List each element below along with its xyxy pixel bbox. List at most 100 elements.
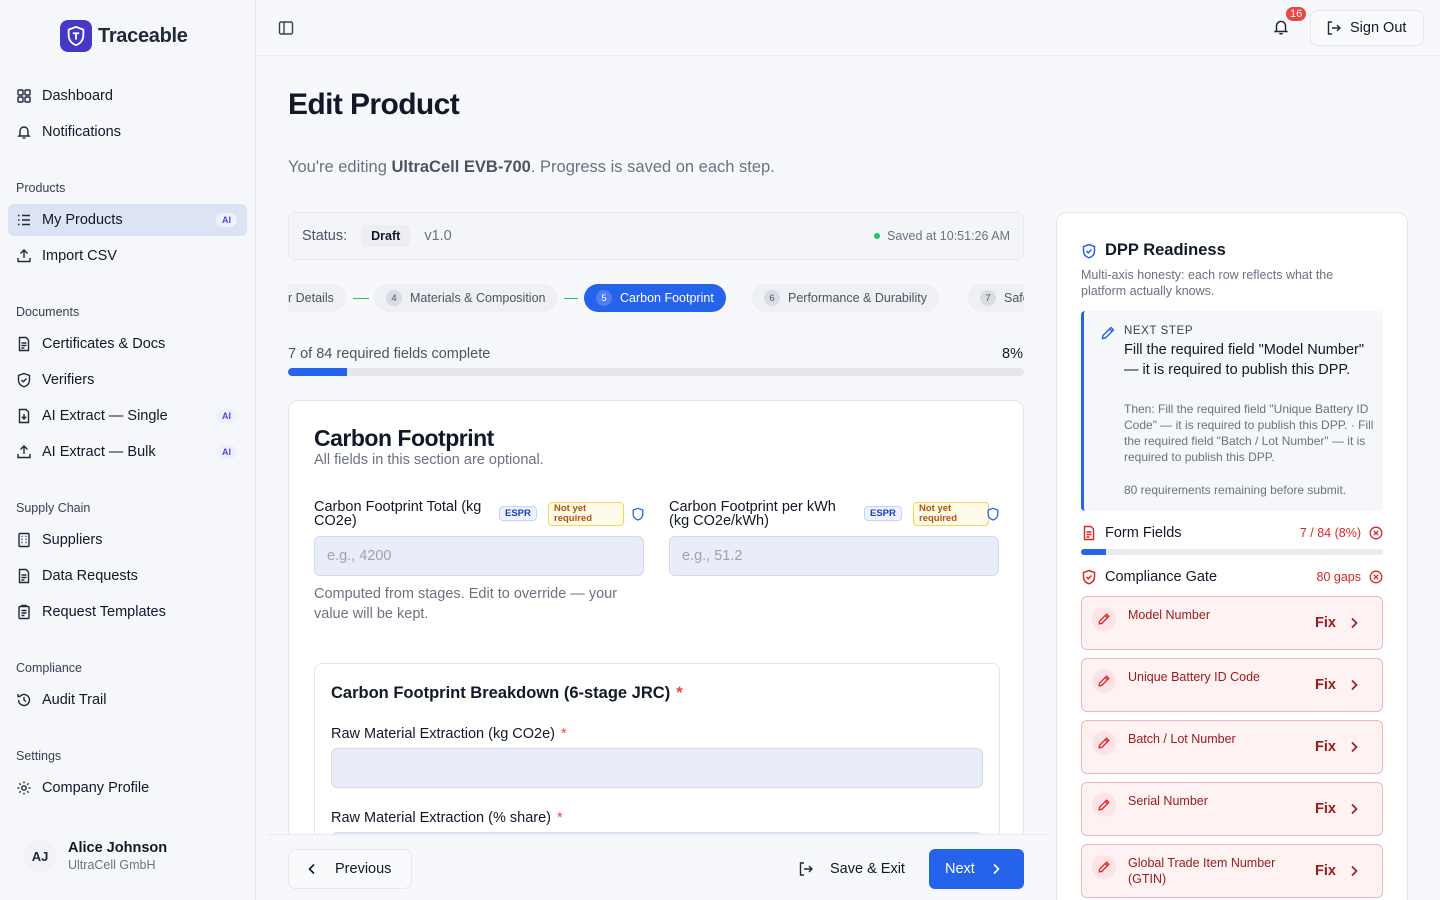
fix-button[interactable]: Fix <box>1315 677 1358 693</box>
nav-dashboard[interactable]: Dashboard <box>8 80 247 112</box>
traceable-logo-icon <box>60 20 92 52</box>
form-fields-progress-fill <box>1081 549 1107 555</box>
step-connector <box>353 298 369 299</box>
step-carbon-footprint[interactable]: 5 Carbon Footprint <box>584 284 726 312</box>
nav-label: Data Requests <box>42 568 138 584</box>
page-subtitle: You're editing UltraCell EVB-700. Progre… <box>288 158 775 177</box>
nav-company-profile[interactable]: Company Profile <box>8 772 247 804</box>
required-mark: * <box>676 684 683 702</box>
pencil-icon <box>1101 326 1115 340</box>
logo[interactable]: Traceable <box>60 20 188 52</box>
sign-out-icon <box>1327 21 1341 35</box>
shield-alert-icon <box>1082 569 1096 585</box>
shield-icon[interactable] <box>986 507 1000 521</box>
nav-import-csv[interactable]: Import CSV <box>8 240 247 272</box>
user-menu[interactable]: AJ Alice Johnson UltraCell GmbH <box>24 840 167 872</box>
next-button[interactable]: Next <box>929 849 1024 889</box>
gap-label: Serial Number <box>1128 794 1208 808</box>
next-step-main: Fill the required field "Model Number" —… <box>1124 342 1364 378</box>
step-details[interactable]: r Details <box>288 284 346 312</box>
form-fields-count: 7 / 84 (8%) <box>1299 526 1361 540</box>
step-number: 4 <box>386 290 402 306</box>
field-label-raw-material-kg: Raw Material Extraction (kg CO2e) * <box>331 726 567 742</box>
nav-label: AI Extract — Single <box>42 408 168 424</box>
nav-label: Suppliers <box>42 532 103 548</box>
shield-check-icon <box>1082 243 1096 259</box>
fix-button[interactable]: Fix <box>1315 801 1358 817</box>
cf-per-kwh-input[interactable]: e.g., 51.2 <box>669 536 999 576</box>
nav-label: AI Extract — Bulk <box>42 444 156 460</box>
step-safety[interactable]: 7 Safe <box>968 284 1024 312</box>
next-label: Next <box>945 861 975 877</box>
section-label-supply-chain: Supply Chain <box>16 501 91 515</box>
chevron-right-icon <box>1351 803 1358 815</box>
raw-material-kg-input[interactable] <box>331 748 983 788</box>
nav-label: Import CSV <box>42 248 117 264</box>
gap-item-gtin[interactable]: Global Trade Item Number (GTIN) Fix <box>1081 844 1383 898</box>
sidebar-toggle-icon[interactable] <box>278 20 294 36</box>
gap-label: Model Number <box>1128 608 1210 622</box>
previous-button[interactable]: Previous <box>288 849 412 889</box>
pencil-icon <box>1092 669 1116 693</box>
nav-ai-extract-bulk[interactable]: AI Extract — Bulk AI <box>8 436 247 468</box>
nav-verifiers[interactable]: Verifiers <box>8 364 247 396</box>
avatar: AJ <box>24 840 56 872</box>
fix-button[interactable]: Fix <box>1315 863 1358 879</box>
gap-item-serial-number[interactable]: Serial Number Fix <box>1081 782 1383 836</box>
fix-label: Fix <box>1315 677 1336 693</box>
nav-suppliers[interactable]: Suppliers <box>8 524 247 556</box>
step-performance-durability[interactable]: 6 Performance & Durability <box>752 284 939 312</box>
fix-button[interactable]: Fix <box>1315 739 1358 755</box>
breakdown-title: Carbon Footprint Breakdown (6-stage JRC)… <box>331 684 683 703</box>
nav-label: Company Profile <box>42 780 150 796</box>
status-label: Status: <box>302 228 348 244</box>
pencil-icon <box>1092 731 1116 755</box>
nav-data-requests[interactable]: Data Requests <box>8 560 247 592</box>
bell-icon <box>17 126 31 139</box>
chevron-right-icon <box>1351 741 1358 753</box>
nav-label: Verifiers <box>42 372 95 388</box>
sign-out-button[interactable]: Sign Out <box>1310 10 1424 46</box>
nav-notifications[interactable]: Notifications <box>8 116 247 148</box>
step-materials-composition[interactable]: 4 Materials & Composition <box>374 284 558 312</box>
document-icon <box>18 336 30 352</box>
x-circle-icon <box>1369 526 1383 540</box>
saved-dot-icon <box>873 233 880 239</box>
shield-icon[interactable] <box>631 507 645 521</box>
status-bar: Status: Draft v1.0 Saved at 10:51:26 AM <box>288 212 1024 260</box>
nav-audit-trail[interactable]: Audit Trail <box>8 684 247 716</box>
field-label-text: Raw Material Extraction (kg CO2e) <box>331 726 556 742</box>
exit-icon <box>799 862 813 876</box>
dashboard-icon <box>17 89 31 103</box>
nav-my-products[interactable]: My Products AI <box>8 204 247 236</box>
nav-ai-extract-single[interactable]: AI Extract — Single AI <box>8 400 247 432</box>
section-label-settings: Settings <box>16 749 62 763</box>
save-exit-button[interactable]: Save & Exit <box>798 849 905 889</box>
nav-request-templates[interactable]: Request Templates <box>8 596 247 628</box>
file-extract-icon <box>18 408 30 424</box>
gap-label: Global Trade Item Number (GTIN) <box>1128 856 1276 886</box>
form-fields-progress <box>1081 549 1383 555</box>
gap-item-unique-battery-id[interactable]: Unique Battery ID Code Fix <box>1081 658 1383 712</box>
clipboard-icon <box>18 604 30 620</box>
nav-label: Request Templates <box>42 604 166 620</box>
upload-icon <box>17 445 31 459</box>
cf-total-input[interactable]: e.g., 4200 <box>314 536 644 576</box>
form-fields-value: 7 / 84 (8%) <box>1300 526 1383 540</box>
breakdown-title-text: Carbon Footprint Breakdown (6-stage JRC) <box>331 684 671 702</box>
required-mark: * <box>561 726 567 742</box>
topbar: 16 Sign Out <box>256 0 1440 56</box>
gap-item-batch-lot[interactable]: Batch / Lot Number Fix <box>1081 720 1383 774</box>
wizard-footer: Previous Save & Exit Next <box>268 834 1048 900</box>
fix-button[interactable]: Fix <box>1315 615 1358 631</box>
field-label-raw-material-share: Raw Material Extraction (% share) * <box>331 810 563 826</box>
gap-item-model-number[interactable]: Model Number Fix <box>1081 596 1383 650</box>
saved-indicator: Saved at 10:51:26 AM <box>873 229 1010 243</box>
nav-certificates-docs[interactable]: Certificates & Docs <box>8 328 247 360</box>
compliance-gate-label: Compliance Gate <box>1105 569 1218 585</box>
progress-label: 7 of 84 required fields complete <box>288 346 491 362</box>
section-label-products: Products <box>16 181 66 195</box>
not-yet-required-badge: Not yet required <box>913 502 989 526</box>
stepper: r Details 4 Materials & Composition 5 Ca… <box>288 282 1024 314</box>
subtitle-suffix: . Progress is saved on each step. <box>530 158 775 176</box>
